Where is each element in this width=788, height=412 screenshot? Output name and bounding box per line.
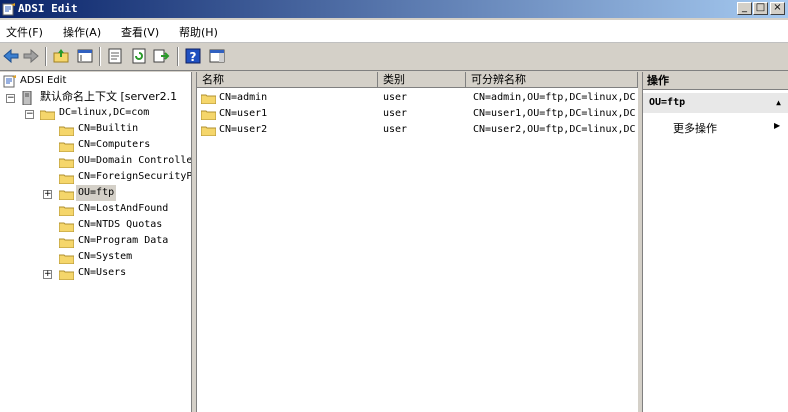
column-header-dn[interactable]: 可分辨名称	[466, 72, 638, 88]
maximize-button[interactable]: □	[753, 2, 768, 15]
folder-icon	[59, 126, 74, 136]
folder-icon	[59, 206, 74, 216]
row-user1-type: user	[383, 108, 408, 119]
tree-item-system[interactable]: CN=System	[78, 249, 132, 265]
folder-icon	[201, 110, 216, 120]
collapse-up-icon[interactable]: ▲	[776, 93, 781, 113]
folder-icon	[59, 238, 74, 248]
folder-icon	[59, 222, 74, 232]
naming-context-label[interactable]: 默认命名上下文 [server2.1	[40, 89, 177, 105]
tree-pane[interactable]: ADSI Edit − 默认命名上下文 [server2.1 − DC=linu…	[0, 72, 192, 412]
folder-icon	[201, 126, 216, 136]
toolbar: ?	[0, 43, 788, 71]
more-actions-label: 更多操作	[673, 122, 717, 135]
folder-icon	[40, 110, 55, 120]
users-expand-toggle[interactable]: +	[43, 270, 52, 279]
menu-bar: 文件(F) 操作(A) 查看(V) 帮助(H)	[0, 20, 788, 43]
row-admin-type: user	[383, 92, 408, 103]
domain-collapse-toggle[interactable]: −	[25, 110, 34, 119]
folder-icon	[201, 94, 216, 104]
row-user2-dn: CN=user2,OU=ftp,DC=linux,DC	[473, 124, 636, 135]
show-hide-tree-icon[interactable]	[76, 47, 94, 65]
minimize-button[interactable]: _	[737, 2, 752, 15]
folder-icon	[59, 254, 74, 264]
tree-item-builtin[interactable]: CN=Builtin	[78, 121, 138, 137]
row-user1-name[interactable]: CN=user1	[219, 106, 374, 122]
svg-text:?: ?	[190, 50, 197, 64]
adsi-root-icon	[3, 75, 16, 88]
tree-item-lost-and-found[interactable]: CN=LostAndFound	[78, 201, 168, 217]
close-button[interactable]: ×	[770, 2, 785, 15]
ftp-expand-toggle[interactable]: +	[43, 190, 52, 199]
tree-item-ntds-quotas[interactable]: CN=NTDS Quotas	[78, 217, 162, 233]
tree-item-ftp-selected[interactable]: OU=ftp	[76, 185, 117, 201]
tree-item-program-data[interactable]: CN=Program Data	[78, 233, 168, 249]
folder-icon	[59, 270, 74, 280]
window-title: ADSI Edit	[18, 2, 78, 15]
forward-icon[interactable]	[22, 47, 40, 65]
action-section-ftp[interactable]: OU=ftp ▲	[643, 93, 788, 113]
context-collapse-toggle[interactable]: −	[6, 94, 15, 103]
tree-root-label[interactable]: ADSI Edit	[20, 73, 66, 89]
column-header-name[interactable]: 名称	[197, 72, 378, 88]
menu-file[interactable]: 文件(F)	[6, 24, 43, 40]
row-user1-dn: CN=user1,OU=ftp,DC=linux,DC	[473, 108, 636, 119]
row-user2-type: user	[383, 124, 408, 135]
list-pane[interactable]: 名称 类别 可分辨名称 CN=admin user CN=admin,OU=ft…	[196, 72, 639, 412]
back-icon[interactable]	[2, 47, 20, 65]
submenu-arrow-icon: ▶	[774, 121, 781, 130]
menu-help[interactable]: 帮助(H)	[179, 24, 218, 40]
action-pane-title: 操作	[643, 72, 788, 90]
row-user2-name[interactable]: CN=user2	[219, 122, 374, 138]
up-folder-icon[interactable]	[52, 47, 70, 65]
folder-icon	[59, 190, 74, 200]
action-pane: 操作 OU=ftp ▲ 更多操作 ▶	[642, 72, 788, 412]
title-bar[interactable]: ADSI Edit _ □ ×	[0, 0, 788, 18]
tree-item-computers[interactable]: CN=Computers	[78, 137, 150, 153]
tree-item-domain-controllers[interactable]: OU=Domain Controlle	[78, 153, 191, 169]
export-list-icon[interactable]	[152, 47, 170, 65]
action-section-label: OU=ftp	[649, 97, 686, 108]
properties-icon[interactable]	[106, 47, 124, 65]
domain-label[interactable]: DC=linux,DC=com	[59, 105, 149, 121]
tree-item-foreign-security[interactable]: CN=ForeignSecurityP	[78, 169, 191, 185]
app-icon	[2, 3, 15, 16]
folder-icon	[59, 158, 74, 168]
server-icon	[22, 91, 32, 105]
menu-action[interactable]: 操作(A)	[63, 24, 101, 40]
more-actions-item[interactable]: 更多操作	[673, 120, 717, 136]
folder-icon	[59, 142, 74, 152]
refresh-icon[interactable]	[130, 47, 148, 65]
adsi-edit-window: ADSI Edit _ □ × 文件(F) 操作(A) 查看(V) 帮助(H) …	[0, 0, 788, 412]
menu-view[interactable]: 查看(V)	[121, 24, 159, 40]
column-header-type[interactable]: 类别	[378, 72, 466, 88]
row-admin-name[interactable]: CN=admin	[219, 90, 374, 106]
folder-icon	[59, 174, 74, 184]
show-action-pane-icon[interactable]	[208, 47, 226, 65]
row-admin-dn: CN=admin,OU=ftp,DC=linux,DC	[473, 92, 636, 103]
help-icon[interactable]: ?	[184, 47, 202, 65]
tree-item-users[interactable]: CN=Users	[78, 265, 126, 281]
